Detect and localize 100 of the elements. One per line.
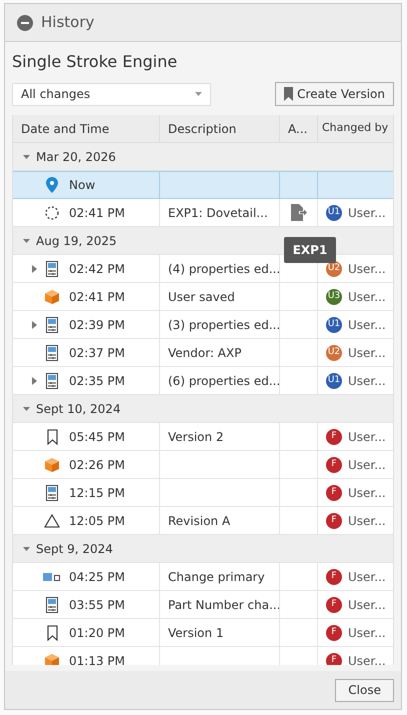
user-name: User... — [348, 288, 386, 306]
properties-icon — [46, 344, 58, 360]
user-name: User... — [348, 512, 386, 530]
minus-circle-icon[interactable] — [17, 14, 33, 30]
filter-dropdown[interactable]: All changes — [12, 82, 211, 106]
user-avatar: F — [326, 652, 342, 665]
date-label: Aug 19, 2025 — [36, 232, 117, 250]
triangle-icon — [44, 514, 60, 528]
history-row[interactable]: 02:26 PM F User... — [13, 451, 393, 479]
time-text: 12:15 PM — [69, 484, 125, 502]
time-text: 02:35 PM — [69, 372, 125, 390]
user-avatar: F — [326, 484, 342, 500]
history-row[interactable]: 05:45 PM Version 2 F User... — [13, 423, 393, 451]
user-name: User... — [348, 372, 386, 390]
column-header[interactable]: Date and Time — [13, 115, 160, 142]
history-row[interactable]: Now — [13, 171, 393, 199]
description-text: Part Number cha... — [168, 596, 279, 614]
description-text: EXP1: Dovetail... — [168, 204, 268, 222]
user-name: User... — [348, 484, 386, 502]
history-row[interactable]: 12:05 PM Revision A F User... — [13, 507, 393, 535]
history-row[interactable]: 02:41 PM User saved U3 User... — [13, 283, 393, 311]
user-avatar: F — [326, 512, 342, 528]
time-text: 04:25 PM — [69, 568, 125, 586]
location-pin-icon — [46, 177, 58, 193]
user-name: User... — [348, 344, 386, 362]
user-avatar: F — [326, 596, 342, 612]
user-avatar: U1 — [326, 204, 342, 220]
properties-icon — [46, 372, 58, 388]
column-header[interactable]: A... — [280, 115, 318, 142]
user-name: User... — [348, 456, 386, 474]
description-text: Change primary — [168, 568, 265, 586]
column-header[interactable]: Changed by — [318, 115, 393, 142]
expand-arrow-icon[interactable] — [32, 320, 37, 328]
properties-icon — [46, 260, 58, 276]
cube-icon — [44, 456, 60, 472]
expand-arrow-icon[interactable] — [32, 376, 37, 384]
window-title: History — [41, 12, 94, 34]
description-text: (6) properties ed... — [168, 372, 279, 390]
user-name: User... — [348, 260, 386, 278]
user-name: User... — [348, 624, 386, 642]
time-text: 02:41 PM — [69, 204, 125, 222]
time-text: 02:41 PM — [69, 288, 125, 306]
description-text: Version 2 — [168, 428, 224, 446]
properties-icon — [46, 484, 58, 500]
time-text: 12:05 PM — [69, 512, 125, 530]
bookmark-icon — [46, 624, 58, 640]
date-label: Sept 10, 2024 — [36, 400, 121, 418]
dashed-circle-icon — [45, 206, 59, 220]
time-text: 05:45 PM — [69, 428, 125, 446]
primary-change-icon — [43, 572, 61, 582]
history-row[interactable]: 12:15 PM F User... — [13, 479, 393, 507]
description-text: (3) properties ed... — [168, 316, 279, 334]
close-button[interactable]: Close — [335, 678, 394, 702]
description-text: Vendor: AXP — [168, 344, 242, 362]
export-file-icon[interactable] — [290, 204, 306, 221]
description-text: User saved — [168, 288, 235, 306]
user-name: User... — [348, 316, 386, 334]
date-label: Sept 9, 2024 — [36, 540, 113, 558]
user-name: User... — [348, 428, 386, 446]
history-row[interactable]: 01:20 PM Version 1 F User... — [13, 619, 393, 647]
time-text: Now — [69, 177, 96, 194]
date-group-row[interactable]: Sept 9, 2024 — [13, 535, 393, 563]
time-text: 02:39 PM — [69, 316, 125, 334]
user-name: User... — [348, 568, 386, 586]
time-text: 01:20 PM — [69, 624, 125, 642]
date-group-row[interactable]: Mar 20, 2026 — [13, 143, 393, 171]
expand-arrow-icon[interactable] — [32, 264, 37, 272]
history-row[interactable]: 02:39 PM (3) properties ed... U1 User... — [13, 311, 393, 339]
date-group-row[interactable]: Sept 10, 2024 — [13, 395, 393, 423]
history-row[interactable]: 03:55 PM Part Number cha... F User... — [13, 591, 393, 619]
properties-icon — [46, 316, 58, 332]
description-text: Version 1 — [168, 624, 224, 642]
tooltip: EXP1 — [284, 237, 336, 263]
history-row[interactable]: 04:25 PM Change primary F User... — [13, 563, 393, 591]
column-header[interactable]: Description — [160, 115, 280, 142]
create-version-button[interactable]: Create Version — [275, 82, 394, 106]
user-avatar: U1 — [326, 316, 342, 332]
history-row[interactable]: 02:41 PM EXP1: Dovetail... U1 User... — [13, 199, 393, 227]
time-text: 01:13 PM — [69, 652, 125, 665]
user-avatar: F — [326, 456, 342, 472]
description-text: (4) properties ed... — [168, 260, 279, 278]
date-label: Mar 20, 2026 — [36, 148, 116, 166]
cube-icon — [44, 652, 60, 665]
time-text: 02:37 PM — [69, 344, 125, 362]
user-avatar: U2 — [326, 344, 342, 360]
document-title: Single Stroke Engine — [12, 51, 178, 73]
user-avatar: F — [326, 568, 342, 584]
user-avatar: F — [326, 624, 342, 640]
time-text: 02:42 PM — [69, 260, 125, 278]
time-text: 02:26 PM — [69, 456, 125, 474]
user-avatar: U1 — [326, 372, 342, 388]
history-row[interactable]: 02:35 PM (6) properties ed... U1 User... — [13, 367, 393, 395]
user-avatar: F — [326, 428, 342, 444]
history-row[interactable]: 02:37 PM Vendor: AXP U2 User... — [13, 339, 393, 367]
bookmark-icon — [46, 428, 58, 444]
bookmark-icon — [284, 87, 294, 101]
history-row[interactable]: 02:42 PM (4) properties ed... U2 User... — [13, 255, 393, 283]
time-text: 03:55 PM — [69, 596, 125, 614]
cube-icon — [44, 288, 60, 304]
user-name: User... — [348, 204, 386, 222]
